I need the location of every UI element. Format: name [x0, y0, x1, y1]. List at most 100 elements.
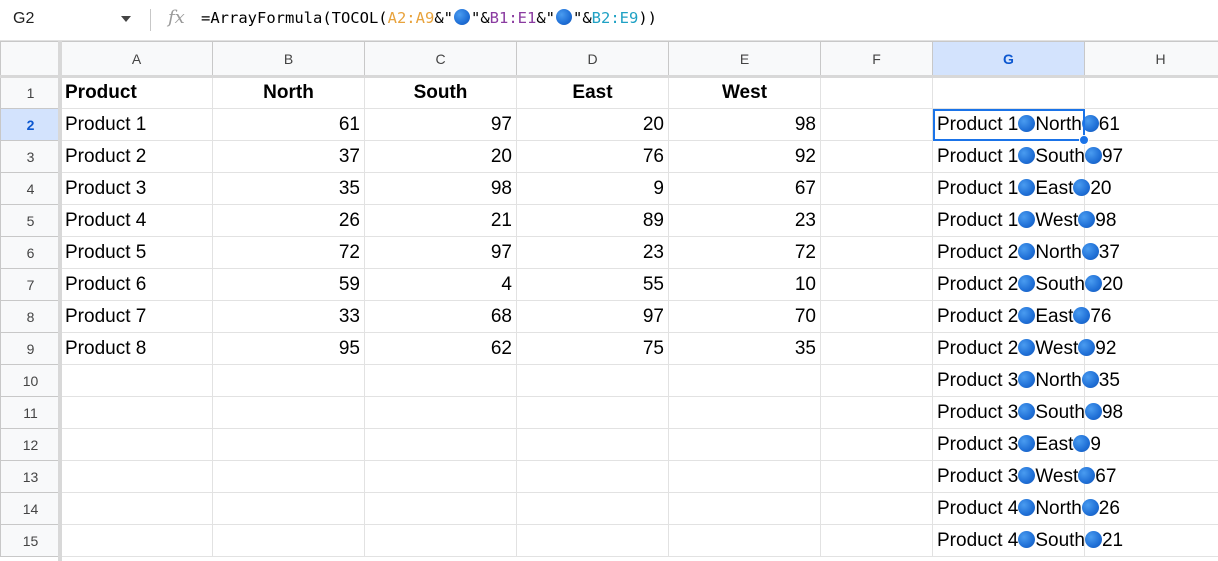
- cell[interactable]: [668, 460, 821, 493]
- cell[interactable]: Product 2 East 76: [932, 300, 1112, 333]
- cell[interactable]: [820, 300, 933, 333]
- cell[interactable]: [820, 428, 933, 461]
- cell[interactable]: 61: [212, 108, 365, 141]
- cell[interactable]: [1084, 460, 1218, 493]
- cell[interactable]: [820, 140, 933, 173]
- cell[interactable]: [1084, 396, 1218, 429]
- cell[interactable]: West: [668, 76, 821, 109]
- cell[interactable]: [60, 460, 213, 493]
- row-header[interactable]: 11: [0, 396, 61, 429]
- cell[interactable]: 97: [364, 108, 517, 141]
- cell[interactable]: 98: [364, 172, 517, 205]
- row-header[interactable]: 2: [0, 108, 61, 141]
- cell[interactable]: [60, 364, 213, 397]
- cell[interactable]: [364, 428, 517, 461]
- cell[interactable]: 72: [668, 236, 821, 269]
- column-header-c[interactable]: C: [364, 41, 517, 77]
- cell[interactable]: [212, 364, 365, 397]
- cell[interactable]: [212, 524, 365, 557]
- cell[interactable]: [60, 524, 213, 557]
- row-header[interactable]: 14: [0, 492, 61, 525]
- row-header[interactable]: 6: [0, 236, 61, 269]
- cell[interactable]: 35: [212, 172, 365, 205]
- cell[interactable]: [820, 332, 933, 365]
- row-header[interactable]: 15: [0, 524, 61, 557]
- cell[interactable]: Product 3: [60, 172, 213, 205]
- cell[interactable]: [820, 492, 933, 525]
- cell[interactable]: [212, 428, 365, 461]
- column-header-d[interactable]: D: [516, 41, 669, 77]
- cell[interactable]: 23: [516, 236, 669, 269]
- cell[interactable]: Product 4: [60, 204, 213, 237]
- cell[interactable]: [516, 428, 669, 461]
- chevron-down-icon[interactable]: [121, 16, 131, 22]
- cell[interactable]: [1084, 172, 1218, 205]
- frozen-row-divider[interactable]: [0, 75, 1218, 78]
- row-header[interactable]: 4: [0, 172, 61, 205]
- cell[interactable]: Product 2: [60, 140, 213, 173]
- cell[interactable]: [932, 76, 1085, 109]
- active-cell[interactable]: Product 1 North 61: [932, 108, 1120, 145]
- cell[interactable]: Product 2 South 20: [932, 268, 1123, 301]
- cell[interactable]: 55: [516, 268, 669, 301]
- cell[interactable]: 70: [668, 300, 821, 333]
- cell[interactable]: [516, 460, 669, 493]
- row-header[interactable]: 3: [0, 140, 61, 173]
- cell[interactable]: [364, 524, 517, 557]
- cell[interactable]: 37: [212, 140, 365, 173]
- cell[interactable]: [668, 492, 821, 525]
- row-header[interactable]: 7: [0, 268, 61, 301]
- cell[interactable]: Product 1 East 20: [932, 172, 1112, 205]
- cell[interactable]: [60, 428, 213, 461]
- cell[interactable]: [364, 492, 517, 525]
- cell[interactable]: 76: [516, 140, 669, 173]
- cell[interactable]: 67: [668, 172, 821, 205]
- cell[interactable]: 68: [364, 300, 517, 333]
- column-header-h[interactable]: H: [1084, 41, 1218, 77]
- cell[interactable]: 59: [212, 268, 365, 301]
- cell[interactable]: [1084, 364, 1218, 397]
- cell[interactable]: North: [212, 76, 365, 109]
- cell[interactable]: [516, 364, 669, 397]
- cell[interactable]: [1084, 524, 1218, 557]
- cell[interactable]: [1084, 76, 1218, 109]
- cell[interactable]: [1084, 108, 1218, 141]
- column-header-e[interactable]: E: [668, 41, 821, 77]
- cell[interactable]: [820, 76, 933, 109]
- cell[interactable]: [820, 268, 933, 301]
- frozen-column-divider[interactable]: [58, 41, 62, 561]
- cell[interactable]: 9: [516, 172, 669, 205]
- row-header[interactable]: 9: [0, 332, 61, 365]
- cell[interactable]: [668, 364, 821, 397]
- cell[interactable]: [1084, 492, 1218, 525]
- cell[interactable]: 97: [364, 236, 517, 269]
- cell[interactable]: [1084, 236, 1218, 269]
- cell[interactable]: 98: [668, 108, 821, 141]
- cell[interactable]: [1084, 332, 1218, 365]
- cell[interactable]: 35: [668, 332, 821, 365]
- cell[interactable]: [820, 172, 933, 205]
- cell[interactable]: [364, 364, 517, 397]
- row-header[interactable]: 8: [0, 300, 61, 333]
- cell[interactable]: [212, 396, 365, 429]
- cell[interactable]: Product 7: [60, 300, 213, 333]
- cell[interactable]: Product 2 West 92: [932, 332, 1116, 365]
- cell[interactable]: Product 8: [60, 332, 213, 365]
- cell[interactable]: [1084, 140, 1218, 173]
- cell[interactable]: Product 2 North 37: [932, 236, 1120, 269]
- cell[interactable]: Product 3 West 67: [932, 460, 1116, 493]
- cell[interactable]: Product 3 East 9: [932, 428, 1101, 461]
- cell[interactable]: 33: [212, 300, 365, 333]
- fill-handle[interactable]: [1079, 135, 1089, 145]
- cell[interactable]: [820, 396, 933, 429]
- cell[interactable]: [212, 492, 365, 525]
- column-header-f[interactable]: F: [820, 41, 933, 77]
- cell[interactable]: 21: [364, 204, 517, 237]
- cell[interactable]: [820, 108, 933, 141]
- cell[interactable]: [516, 524, 669, 557]
- cell[interactable]: Product: [60, 76, 213, 109]
- cell[interactable]: [668, 524, 821, 557]
- cell[interactable]: East: [516, 76, 669, 109]
- cell[interactable]: Product 1 South 97: [932, 140, 1123, 173]
- cell[interactable]: 10: [668, 268, 821, 301]
